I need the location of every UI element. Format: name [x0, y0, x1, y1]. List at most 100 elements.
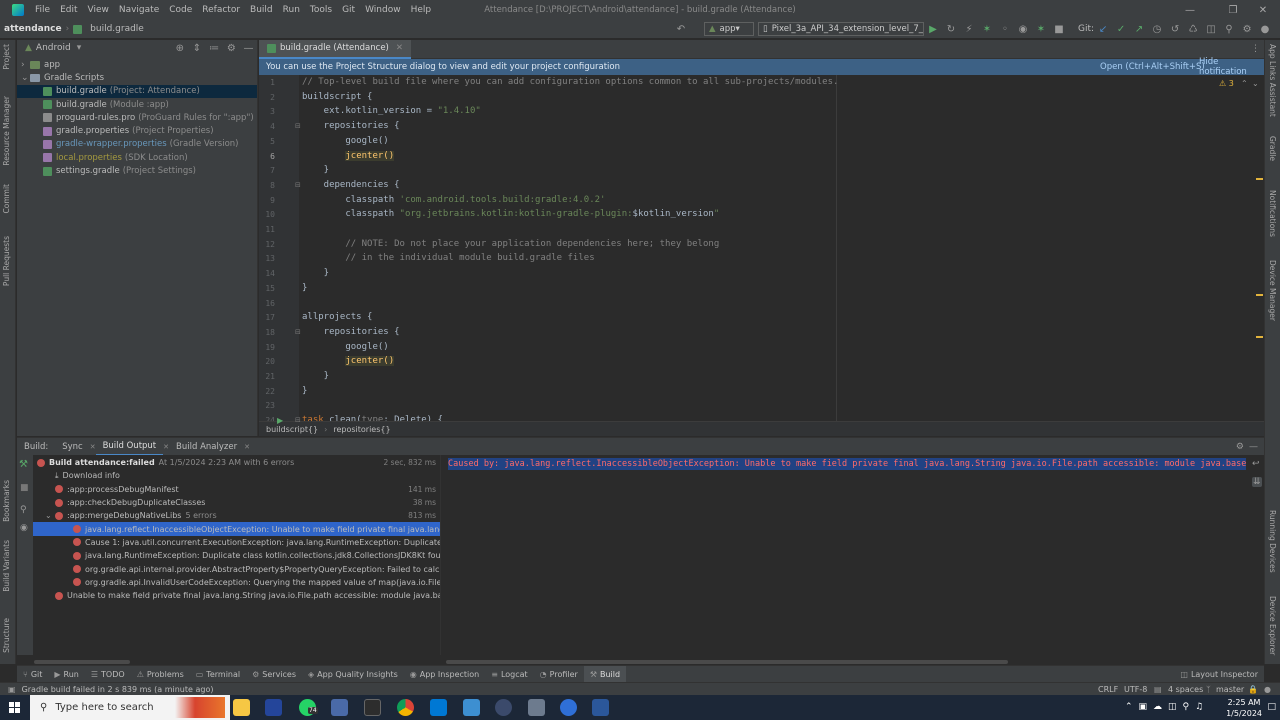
tree-item[interactable]: local.properties (SDK Location): [17, 151, 257, 164]
tab-app-inspection[interactable]: ◉ App Inspection: [404, 666, 485, 683]
tree-item[interactable]: build.gradle (Project: Attendance): [17, 84, 257, 98]
tab-terminal[interactable]: ▭ Terminal: [190, 666, 246, 683]
tab-app-quality-insights[interactable]: ◈ App Quality Insights: [302, 666, 404, 683]
update-icon[interactable]: ●: [1258, 22, 1272, 36]
tree-item[interactable]: › app: [17, 58, 257, 71]
breadcrumb-file[interactable]: build.gradle: [86, 24, 148, 34]
tab-build-output[interactable]: Build Output: [95, 438, 164, 456]
pin-icon[interactable]: ⚲: [20, 505, 27, 515]
code-line[interactable]: }: [302, 283, 307, 293]
code-line[interactable]: }: [302, 165, 329, 175]
app-icon[interactable]: [560, 699, 577, 716]
tree-item[interactable]: build.gradle (Module :app): [17, 98, 257, 111]
app-icon[interactable]: [265, 699, 282, 716]
menu-build[interactable]: Build: [245, 5, 278, 15]
code-line[interactable]: dependencies {: [302, 180, 400, 190]
right-tab-gradle[interactable]: Gradle: [1268, 136, 1277, 161]
soft-wrap-icon[interactable]: ↩: [1252, 459, 1260, 469]
line-separator[interactable]: CRLF: [1098, 685, 1118, 694]
code-line[interactable]: buildscript {: [302, 92, 372, 102]
lock-icon[interactable]: 🔒: [1248, 685, 1258, 694]
console-error-line[interactable]: Caused by: java.lang.reflect.Inaccessibl…: [448, 458, 1246, 470]
menu-help[interactable]: Help: [406, 5, 437, 15]
close-window-button[interactable]: ✕: [1245, 0, 1280, 20]
build-tree-row[interactable]: Unable to make field private final java.…: [33, 589, 440, 602]
build-tree-row[interactable]: ⤓ Download info: [33, 469, 440, 482]
taskbar-search-box[interactable]: ⚲ Type here to search: [30, 695, 230, 720]
panel-settings-icon[interactable]: ⚙: [225, 41, 238, 55]
view-icon[interactable]: ◉: [20, 523, 28, 533]
console-horizontal-scrollbar[interactable]: [446, 660, 1008, 664]
close-tab-icon[interactable]: ✕: [244, 443, 250, 451]
tab-menu-icon[interactable]: ⋮: [1251, 44, 1260, 54]
tree-horizontal-scrollbar[interactable]: [34, 660, 130, 664]
left-tab-resource-manager[interactable]: Resource Manager: [2, 96, 11, 166]
build-tree-row[interactable]: ⌄Build attendance: failedAt 1/5/2024 2:2…: [33, 456, 440, 469]
tab-layout-inspector[interactable]: ◫ Layout Inspector: [1174, 666, 1264, 683]
build-tree-row[interactable]: :app:checkDebugDuplicateClasses 38 ms: [33, 496, 440, 509]
status-message[interactable]: Gradle build failed in 2 s 839 ms (a min…: [22, 685, 214, 694]
code-line[interactable]: // Top-level build file where you can ad…: [302, 77, 838, 87]
menu-file[interactable]: File: [30, 5, 55, 15]
stop-build-icon[interactable]: ■: [20, 483, 29, 493]
profile-icon[interactable]: ◦: [998, 22, 1012, 36]
tab-sync[interactable]: Sync: [55, 438, 90, 456]
code-area[interactable]: // Top-level build file where you can ad…: [259, 75, 1259, 421]
minimize-button[interactable]: —: [1172, 0, 1208, 20]
left-tab-pull-requests[interactable]: Pull Requests: [2, 236, 11, 286]
chevron-down-icon[interactable]: ⌄: [45, 511, 55, 520]
hide-panel-icon[interactable]: —: [242, 41, 255, 55]
git-commit-icon[interactable]: ✓: [1114, 22, 1128, 36]
hide-build-icon[interactable]: —: [1249, 442, 1258, 452]
fold-marker-icon[interactable]: ⊟: [295, 122, 301, 130]
tab-build-analyzer[interactable]: Build Analyzer: [169, 438, 244, 456]
tab-services[interactable]: ⚙ Services: [246, 666, 302, 683]
project-view-selector[interactable]: Android: [36, 43, 71, 53]
hammer-icon[interactable]: ⚒: [19, 459, 28, 470]
right-tab-running-devices[interactable]: Running Devices: [1268, 510, 1277, 573]
menu-git[interactable]: Git: [337, 5, 360, 15]
tab-build[interactable]: ⚒ Build: [583, 665, 627, 683]
build-tree-row[interactable]: Cause 1: java.util.concurrent.ExecutionE…: [33, 536, 440, 549]
run-config-dropdown[interactable]: ▲ app ▾: [704, 22, 754, 36]
git-branch[interactable]: master: [1216, 685, 1244, 694]
breadcrumb-project[interactable]: attendance: [0, 24, 66, 34]
warning-marker[interactable]: [1256, 294, 1263, 296]
expand-all-icon[interactable]: ⇕: [190, 41, 203, 55]
hammer-back-icon[interactable]: ↶: [674, 22, 688, 36]
menu-code[interactable]: Code: [164, 5, 197, 15]
prev-highlight-icon[interactable]: ⌃: [1241, 79, 1248, 88]
build-tree-row[interactable]: java.lang.reflect.InaccessibleObjectExce…: [33, 522, 440, 536]
git-history-icon[interactable]: ◷: [1150, 22, 1164, 36]
right-tab-device-explorer[interactable]: Device Explorer: [1268, 596, 1277, 655]
app-icon[interactable]: [528, 699, 545, 716]
fold-marker-icon[interactable]: ⊟: [295, 416, 301, 424]
code-line[interactable]: ext.kotlin_version = "1.4.10": [302, 106, 481, 116]
code-line[interactable]: allprojects {: [302, 312, 372, 322]
hide-notification-link[interactable]: Hide notification: [1199, 57, 1264, 77]
build-settings-gear-icon[interactable]: ⚙: [1236, 442, 1244, 452]
tab-todo[interactable]: ☰ TODO: [85, 666, 131, 683]
code-line[interactable]: jcenter(): [302, 150, 395, 161]
rollback-icon[interactable]: ↺: [1168, 22, 1182, 36]
tree-item[interactable]: proguard-rules.pro (ProGuard Rules for ":…: [17, 111, 257, 124]
system-tray-icons[interactable]: ⌃▣☁◫⚲♫: [1125, 702, 1209, 712]
chevron-down-icon[interactable]: ⌄: [21, 73, 30, 83]
code-line[interactable]: }: [302, 268, 329, 278]
code-line[interactable]: }: [302, 371, 329, 381]
vscode-icon[interactable]: [430, 699, 447, 716]
right-tab-device-manager[interactable]: Device Manager: [1268, 260, 1277, 321]
git-push-icon[interactable]: ↗: [1132, 22, 1146, 36]
device-dropdown[interactable]: ▯ Pixel_3a_API_34_extension_level_7_x86: [758, 22, 924, 36]
file-explorer-icon[interactable]: [233, 699, 250, 716]
code-line[interactable]: // NOTE: Do not place your application d…: [302, 239, 719, 249]
menu-navigate[interactable]: Navigate: [114, 5, 164, 15]
code-line[interactable]: repositories {: [302, 121, 400, 131]
run-icon[interactable]: ▶: [926, 22, 940, 36]
code-line[interactable]: }: [302, 386, 307, 396]
build-tree-row[interactable]: :app:processDebugManifest 141 ms: [33, 483, 440, 496]
left-tab-structure[interactable]: Structure: [2, 618, 11, 653]
tree-item[interactable]: settings.gradle (Project Settings): [17, 164, 257, 177]
menu-view[interactable]: View: [83, 5, 114, 15]
tab-build-gradle[interactable]: build.gradle (Attendance) ✕: [259, 39, 411, 59]
